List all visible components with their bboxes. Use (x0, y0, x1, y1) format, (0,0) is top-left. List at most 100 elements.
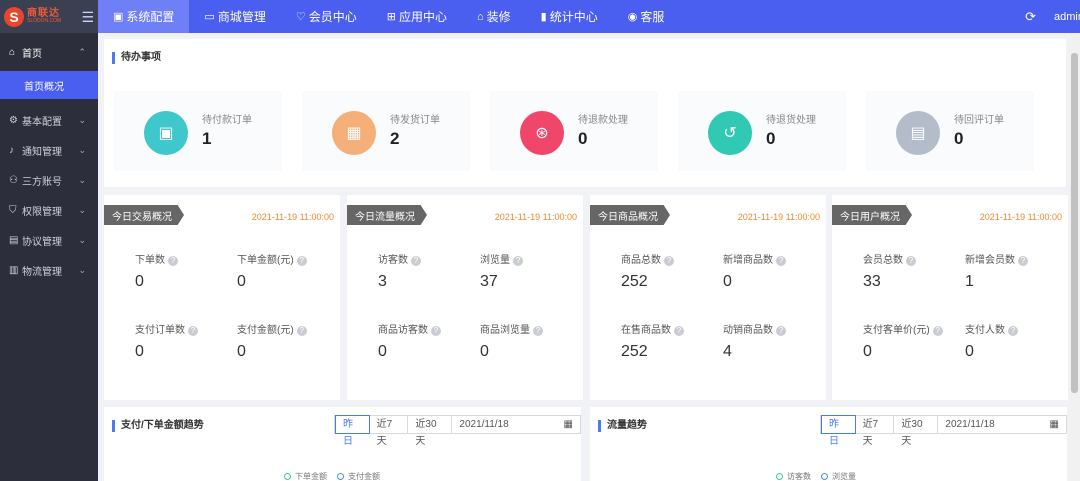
legend-item[interactable]: 支付金额 (337, 471, 380, 481)
tab-30-days[interactable]: 近30天 (408, 416, 453, 447)
tab-yesterday[interactable]: 昨日 (335, 415, 370, 447)
bell-icon: ♪ (9, 144, 14, 156)
sidebar-item-notification[interactable]: ♪ 通知管理 ⌄ (0, 135, 98, 165)
trend-title: 支付/下单金额趋势 (112, 420, 204, 432)
stat-title: 今日商品概况 (590, 205, 670, 225)
help-icon[interactable]: ? (674, 326, 684, 336)
help-icon[interactable]: ? (932, 326, 943, 336)
metric: 支付金额(元)? 0 (237, 321, 337, 361)
stat-panel-users: 今日用户概况 2021-11-19 11:00:00 会员总数? 33 新增会员数… (832, 195, 1068, 400)
sidebar-item-logistics[interactable]: ▥ 物流管理 ⌄ (0, 255, 98, 285)
help-icon[interactable]: ? (1018, 256, 1028, 266)
service-icon: ◉ (627, 11, 638, 23)
metric: 商品访客数? 0 (378, 321, 478, 361)
stat-title: 今日交易概况 (104, 205, 184, 225)
logo: S 商联达 SLODON.COM ☰ (0, 0, 98, 33)
apps-icon: ⊞ (386, 11, 396, 23)
stat-date: 2021-11-19 11:00:00 (494, 212, 577, 222)
todo-card-unshipped[interactable]: ▦ 待发货订单 2 (302, 91, 470, 171)
logo-mark: S (4, 6, 24, 27)
todo-card-refund[interactable]: ⊛ 待退款处理 0 (490, 91, 658, 171)
menu-toggle-icon[interactable]: ☰ (81, 9, 94, 26)
todo-card-unpaid[interactable]: ▣ 待付款订单 1 (114, 91, 282, 171)
todo-card-return[interactable]: ↺ 待退货处理 0 (678, 91, 846, 171)
help-icon[interactable]: ? (776, 326, 786, 336)
metric: 支付订单数? 0 (135, 321, 235, 361)
account-icon: ⚇ (9, 174, 18, 186)
scrollbar[interactable] (1069, 33, 1080, 481)
stat-panel-trade: 今日交易概况 2021-11-19 11:00:00 下单数? 0 下单金额(元)… (104, 195, 340, 400)
nav-decoration[interactable]: ⌂ 装修 (462, 0, 526, 33)
help-icon[interactable]: ? (776, 256, 786, 266)
nav-mall[interactable]: ▭ 商城管理 (189, 0, 280, 33)
nav-member[interactable]: ♡ 会员中心 (281, 0, 372, 33)
member-icon: ♡ (295, 11, 306, 23)
help-icon[interactable]: ? (664, 256, 674, 266)
help-icon[interactable]: ? (296, 256, 307, 266)
return-icon: ↺ (708, 111, 752, 155)
decoration-icon: ⌂ (476, 10, 484, 23)
gear-icon: ⚙ (9, 114, 18, 126)
tab-7-days[interactable]: 近7天 (856, 416, 895, 447)
truck-icon: ▥ (9, 264, 19, 276)
chevron-down-icon: ⌄ (78, 114, 86, 125)
trend-panel-traffic: 流量趋势 昨日 近7天 近30天 2021/11/18 ▦ 访客数 浏览量 (590, 407, 1067, 481)
legend-item[interactable]: 浏览量 (821, 471, 856, 481)
range-selector: 昨日 近7天 近30天 2021/11/18 ▦ (334, 415, 581, 447)
legend-dot (776, 473, 783, 480)
nav-apps[interactable]: ⊞ 应用中心 (372, 0, 462, 33)
shield-icon: ⛉ (9, 204, 17, 216)
sidebar-item-agreement[interactable]: ▤ 协议管理 ⌄ (0, 225, 98, 255)
help-icon[interactable]: ? (513, 256, 523, 266)
legend-dot (337, 473, 344, 480)
top-bar: S 商联达 SLODON.COM ☰ ▣ 系统配置 ▭ 商城管理 ♡ 会员中心 ⊞ 应用… (0, 0, 1080, 33)
help-icon[interactable]: ? (1008, 326, 1018, 336)
tab-7-days[interactable]: 近7天 (370, 416, 409, 447)
sidebar-item-home[interactable]: ⌂ 首页 ⌃ (0, 33, 98, 71)
help-icon[interactable]: ? (411, 256, 421, 266)
chevron-down-icon: ⌄ (78, 174, 86, 185)
nav-statistics[interactable]: ▮ 统计中心 (526, 0, 613, 33)
user-name[interactable]: admin (1054, 11, 1080, 23)
help-icon[interactable]: ? (168, 256, 178, 266)
trend-panel-payment: 支付/下单金额趋势 昨日 近7天 近30天 2021/11/18 ▦ 下单金额 支… (104, 407, 581, 481)
help-icon[interactable]: ? (188, 326, 198, 336)
legend-item[interactable]: 下单金额 (284, 471, 327, 481)
todo-panel: 待办事项 ▣ 待付款订单 1 ▦ 待发货订单 2 ⊛ 待退款处理 0 ↺ 待退货… (104, 39, 1066, 187)
range-selector: 昨日 近7天 近30天 2021/11/18 ▦ (820, 415, 1067, 447)
chevron-down-icon: ⌄ (78, 204, 86, 215)
help-icon[interactable]: ? (906, 256, 916, 266)
sidebar-item-third-party[interactable]: ⚇ 三方账号 ⌄ (0, 165, 98, 195)
chevron-down-icon: ⌄ (78, 264, 86, 275)
scrollbar-thumb[interactable] (1071, 53, 1078, 393)
todo-title: 待办事项 (112, 52, 161, 64)
date-picker[interactable]: 2021/11/18 ▦ (938, 416, 1066, 433)
stat-title: 今日用户概况 (832, 205, 912, 225)
help-icon[interactable]: ? (431, 326, 441, 336)
help-icon[interactable]: ? (296, 326, 307, 336)
sidebar-item-home-overview[interactable]: 首页概况 (0, 71, 98, 99)
refresh-icon[interactable]: ⟳ (1025, 9, 1036, 25)
date-picker[interactable]: 2021/11/18 ▦ (452, 416, 580, 433)
chart-icon: ▮ (540, 11, 547, 23)
metric: 商品浏览量? 0 (480, 321, 580, 361)
help-icon[interactable]: ? (533, 326, 543, 336)
sidebar-item-permission[interactable]: ⛉ 权限管理 ⌄ (0, 195, 98, 225)
chevron-down-icon: ⌄ (78, 234, 86, 245)
metric: 下单金额(元)? 0 (237, 251, 337, 291)
tab-30-days[interactable]: 近30天 (894, 416, 939, 447)
legend-item[interactable]: 访客数 (776, 471, 811, 481)
stat-panel-goods: 今日商品概况 2021-11-19 11:00:00 商品总数? 252 新增商品… (590, 195, 826, 400)
metric: 新增会员数? 1 (965, 251, 1065, 291)
sidebar-item-basic-config[interactable]: ⚙ 基本配置 ⌄ (0, 105, 98, 135)
tab-yesterday[interactable]: 昨日 (821, 415, 856, 447)
refund-icon: ⊛ (520, 111, 564, 155)
todo-card-review[interactable]: ▤ 待回评订单 0 (866, 91, 1034, 171)
nav-system-config[interactable]: ▣ 系统配置 (98, 0, 190, 33)
nav-service[interactable]: ◉ 客服 (613, 0, 680, 33)
legend-dot (284, 473, 291, 480)
calendar-icon: ▦ (1049, 419, 1059, 430)
document-icon: ▤ (9, 234, 19, 246)
calendar-icon: ▦ (563, 419, 573, 430)
wallet-icon: ▣ (144, 111, 188, 155)
